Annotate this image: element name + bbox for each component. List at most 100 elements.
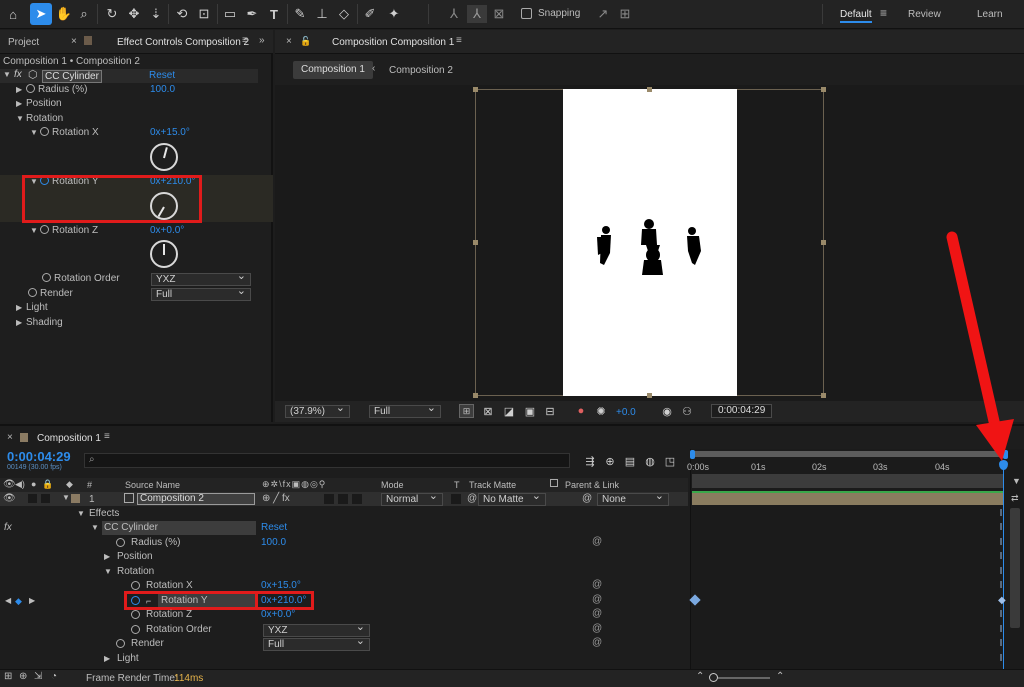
- close-tab-icon[interactable]: ×: [71, 36, 77, 47]
- expression-pickwhip-icon[interactable]: @: [592, 594, 602, 605]
- show-snapshot-icon[interactable]: ⚇: [679, 404, 695, 418]
- layer-switch-box[interactable]: [352, 494, 362, 504]
- expand-arrow-icon[interactable]: ▶: [16, 97, 26, 111]
- zoom-slider-handle[interactable]: [709, 673, 718, 682]
- layer-label-color[interactable]: [71, 494, 80, 503]
- parent-pickwhip-icon[interactable]: @: [582, 493, 592, 504]
- rotation-z-dial[interactable]: [150, 240, 178, 268]
- zoom-tool-icon[interactable]: ⌕: [75, 5, 93, 23]
- layer-duration-bar[interactable]: [692, 491, 1004, 505]
- stopwatch-icon[interactable]: [131, 610, 140, 619]
- lock-column-icon[interactable]: 🔒: [42, 479, 53, 490]
- rotation-order-dropdown[interactable]: YXZ: [263, 622, 370, 637]
- switches-header-icons[interactable]: ⊕✲\fx▣◍◎⚲: [262, 479, 326, 490]
- reset-link[interactable]: Reset: [149, 70, 175, 81]
- bbox-handle[interactable]: [473, 393, 478, 398]
- bbox-handle[interactable]: [647, 393, 652, 398]
- viewer-canvas[interactable]: [275, 85, 1024, 401]
- col-parent-link[interactable]: Parent & Link: [565, 480, 619, 490]
- radius-value[interactable]: 100.0: [261, 536, 286, 550]
- guides-icon[interactable]: ⊟: [542, 404, 558, 418]
- color-management-icon[interactable]: ✺: [593, 404, 609, 418]
- draft-3d-icon[interactable]: ⊕: [602, 454, 618, 468]
- next-keyframe-icon[interactable]: ▶: [29, 594, 35, 608]
- lock-icon[interactable]: [84, 36, 92, 45]
- stopwatch-icon[interactable]: [116, 639, 125, 648]
- expand-panels-icon[interactable]: »: [259, 35, 265, 46]
- rotation-x-value[interactable]: 0x+15.0°: [150, 127, 190, 138]
- transfer-controls-toggle-icon[interactable]: ⊕: [19, 671, 27, 682]
- collapse-arrow-icon[interactable]: ▼: [30, 126, 40, 140]
- mask-visibility-icon[interactable]: ◪: [501, 404, 517, 418]
- bbox-handle[interactable]: [647, 87, 652, 92]
- layer-name[interactable]: Composition 2: [137, 493, 255, 505]
- close-tab-icon[interactable]: ×: [7, 432, 13, 443]
- expand-arrow-icon[interactable]: ▶: [16, 316, 26, 330]
- reset-link[interactable]: Reset: [261, 521, 287, 535]
- stopwatch-icon[interactable]: [40, 225, 49, 234]
- tab-effect-controls[interactable]: Effect Controls Composition 2: [117, 37, 249, 48]
- layer-switch-box[interactable]: [324, 494, 334, 504]
- stopwatch-icon[interactable]: [131, 625, 140, 634]
- preserve-transparency-box[interactable]: [451, 494, 461, 504]
- collapse-arrow-icon[interactable]: ▼: [3, 70, 11, 79]
- tab-project[interactable]: Project: [8, 37, 39, 48]
- home-icon[interactable]: ⌂: [4, 5, 22, 23]
- add-keyframe-icon[interactable]: ◆: [15, 594, 22, 608]
- snap-grid-icon[interactable]: ⊞: [616, 5, 634, 23]
- comp-mini-flowchart-icon[interactable]: ⇶: [582, 454, 598, 468]
- col-source-name[interactable]: Source Name: [125, 480, 180, 490]
- rotation-order-dropdown[interactable]: YXZ: [151, 271, 251, 286]
- track-matte-pickwhip-icon[interactable]: @: [467, 493, 477, 504]
- eraser-tool-icon[interactable]: ◇: [335, 5, 353, 23]
- viewer-timecode[interactable]: 0:00:04:29: [711, 404, 773, 418]
- color-channels-icon[interactable]: ●: [573, 404, 589, 418]
- expression-pickwhip-icon[interactable]: @: [592, 579, 602, 590]
- prev-keyframe-icon[interactable]: ◀: [5, 594, 11, 608]
- stopwatch-icon[interactable]: [116, 538, 125, 547]
- bbox-handle[interactable]: [473, 240, 478, 245]
- type-tool-icon[interactable]: T: [265, 5, 283, 23]
- snap-edge-icon[interactable]: ↗: [594, 5, 612, 23]
- orbit-tool-icon[interactable]: ↻: [103, 5, 121, 23]
- layer-switch-icons[interactable]: ⊕ ╱ fx: [262, 493, 290, 504]
- stopwatch-icon[interactable]: [40, 127, 49, 136]
- rotation-x-dial[interactable]: [150, 143, 178, 171]
- rectangle-tool-icon[interactable]: ▭: [221, 5, 239, 23]
- expression-pickwhip-icon[interactable]: @: [592, 623, 602, 634]
- layer-solo-box[interactable]: [28, 494, 37, 503]
- rotation-z-value[interactable]: 0x+0.0°: [150, 225, 184, 236]
- collapse-arrow-icon[interactable]: ▼: [77, 507, 85, 521]
- bbox-handle[interactable]: [821, 87, 826, 92]
- collapse-arrow-icon[interactable]: ▼: [62, 493, 70, 502]
- expand-arrow-icon[interactable]: ▶: [104, 652, 110, 666]
- frame-blending-icon[interactable]: ◍: [642, 454, 658, 468]
- axis-view-icon[interactable]: ⊠: [490, 5, 508, 23]
- axis-world-icon[interactable]: ⅄: [467, 5, 487, 23]
- pan-behind-tool-icon[interactable]: ⊡: [195, 5, 213, 23]
- video-toggle-icon[interactable]: 👁: [3, 479, 16, 490]
- panel-menu-icon[interactable]: ≡: [456, 35, 462, 46]
- timeline-scrollbar[interactable]: [1010, 508, 1020, 628]
- shy-layers-icon[interactable]: ▤: [622, 454, 638, 468]
- panel-menu-icon[interactable]: ≡: [104, 431, 110, 442]
- viewer-panel-title[interactable]: Composition Composition 1: [332, 37, 454, 48]
- stopwatch-icon[interactable]: [131, 581, 140, 590]
- layer-mode-dropdown[interactable]: Normal: [381, 491, 443, 506]
- stopwatch-icon[interactable]: [42, 273, 51, 282]
- fx-icon[interactable]: fx: [14, 69, 22, 80]
- pan-tool-icon[interactable]: ✥: [125, 5, 143, 23]
- exposure-value[interactable]: +0.0: [616, 407, 636, 418]
- track-matte-dropdown[interactable]: No Matte: [478, 491, 546, 506]
- radius-value[interactable]: 100.0: [150, 84, 175, 95]
- stopwatch-icon[interactable]: [26, 84, 35, 93]
- col-track-matte[interactable]: Track Matte: [469, 480, 516, 490]
- zoom-slider-track[interactable]: [718, 677, 770, 679]
- layer-switches-toggle-icon[interactable]: ⊞: [4, 671, 12, 682]
- layer-visibility-icon[interactable]: 👁: [3, 493, 16, 504]
- bbox-handle[interactable]: [821, 240, 826, 245]
- comp-marker-bin-icon[interactable]: ▼: [1012, 476, 1021, 486]
- audio-toggle-icon[interactable]: ◀): [15, 479, 25, 490]
- hand-tool-icon[interactable]: ✋: [55, 5, 73, 23]
- selection-tool-icon[interactable]: ➤: [30, 3, 52, 25]
